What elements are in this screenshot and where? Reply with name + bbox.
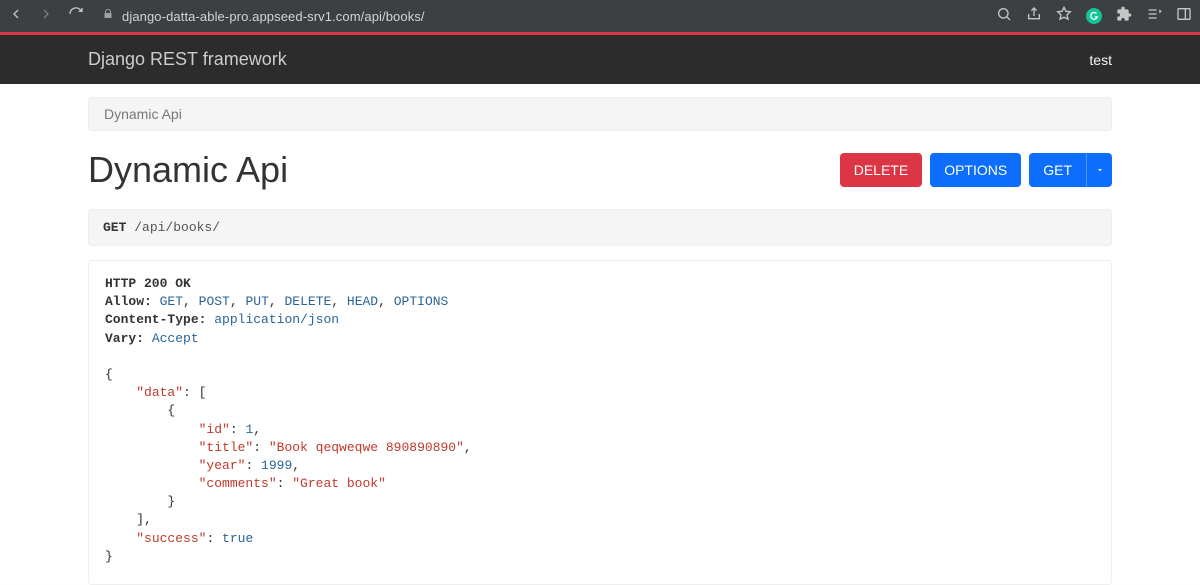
back-icon[interactable] (8, 6, 24, 27)
grammarly-icon[interactable] (1086, 8, 1102, 24)
page-title: Dynamic Api (88, 149, 288, 191)
get-button[interactable]: GET (1029, 153, 1086, 187)
share-icon[interactable] (1026, 6, 1042, 27)
drf-navbar: Django REST framework test (0, 35, 1200, 84)
request-info: GET /api/books/ (88, 209, 1112, 246)
nav-icons (8, 6, 84, 27)
zoom-icon[interactable] (996, 6, 1012, 27)
reload-icon[interactable] (68, 6, 84, 27)
forward-icon[interactable] (38, 6, 54, 27)
url-text: django-datta-able-pro.appseed-srv1.com/a… (122, 9, 425, 24)
options-button[interactable]: OPTIONS (930, 153, 1021, 187)
get-dropdown-toggle[interactable] (1086, 153, 1112, 187)
chevron-down-icon (1095, 162, 1105, 178)
drf-user-menu[interactable]: test (1089, 52, 1112, 68)
action-buttons: DELETE OPTIONS GET (840, 153, 1112, 187)
get-button-group: GET (1029, 153, 1112, 187)
breadcrumb-item[interactable]: Dynamic Api (104, 106, 182, 122)
title-row: Dynamic Api DELETE OPTIONS GET (88, 149, 1112, 191)
request-path: /api/books/ (134, 220, 220, 235)
response-box: HTTP 200 OK Allow: GET, POST, PUT, DELET… (88, 260, 1112, 585)
lock-icon (102, 7, 114, 25)
request-method: GET (103, 220, 126, 235)
extensions-icon[interactable] (1116, 6, 1132, 27)
browser-toolbar: django-datta-able-pro.appseed-srv1.com/a… (0, 0, 1200, 32)
reading-list-icon[interactable] (1146, 6, 1162, 27)
address-bar[interactable]: django-datta-able-pro.appseed-srv1.com/a… (96, 7, 984, 25)
delete-button[interactable]: DELETE (840, 153, 922, 187)
star-icon[interactable] (1056, 6, 1072, 27)
drf-brand[interactable]: Django REST framework (88, 49, 287, 70)
breadcrumb: Dynamic Api (88, 97, 1112, 131)
side-panel-icon[interactable] (1176, 6, 1192, 27)
chrome-actions (996, 6, 1192, 27)
